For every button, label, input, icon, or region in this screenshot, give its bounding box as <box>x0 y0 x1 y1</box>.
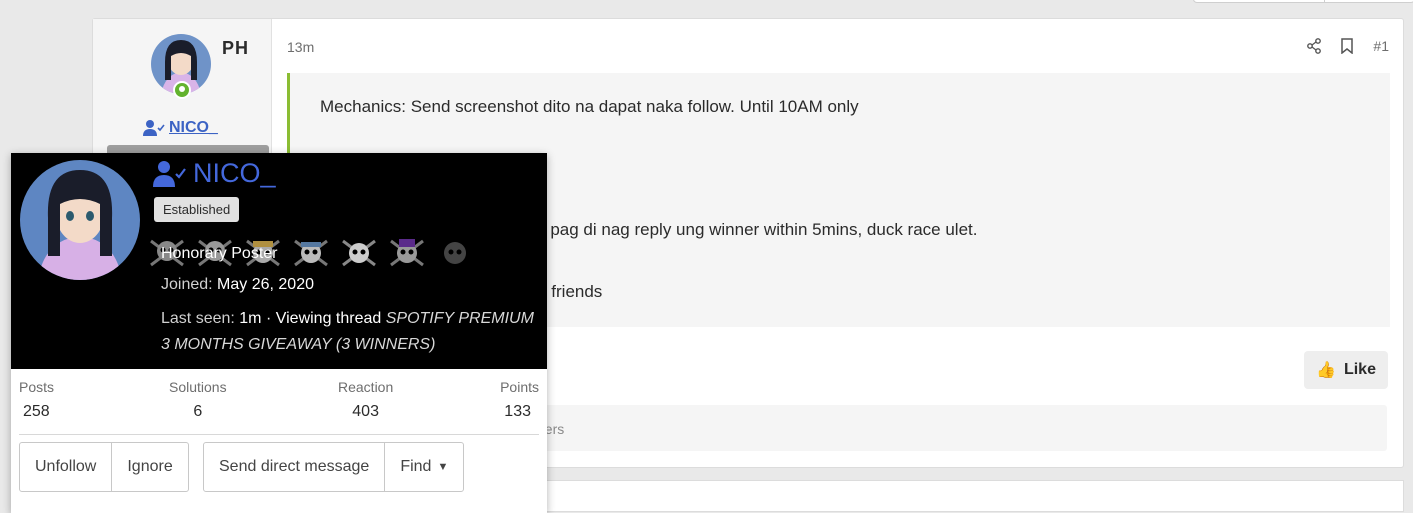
user-avatar-large[interactable] <box>20 160 140 280</box>
member-badge: Established <box>154 197 240 222</box>
like-button[interactable]: 👍 Like <box>1304 351 1388 389</box>
user-check-icon <box>143 120 165 136</box>
member-tooltip-card: NICO_ Established Honorary Poster Joined… <box>11 153 547 513</box>
post-header-initials: PH <box>222 38 250 58</box>
stat-label: Posts <box>19 379 55 395</box>
stat-points: Points 133 <box>500 379 539 421</box>
stat-label: Solutions <box>169 379 227 395</box>
member-name-text: NICO_ <box>193 158 276 188</box>
last-seen-value: 1m · Viewing thread <box>239 310 382 327</box>
username-text: NICO_ <box>169 119 218 136</box>
find-menu-button[interactable]: Find ▼ <box>384 443 463 491</box>
member-stats: Posts 258 Solutions 6 Reaction 403 Point… <box>19 379 539 435</box>
member-joined: Joined: May 26, 2020 <box>161 276 314 294</box>
member-banner: NICO_ Established Honorary Poster Joined… <box>11 153 547 369</box>
skull-icon <box>294 239 328 267</box>
stat-value: 6 <box>193 403 203 420</box>
post-number[interactable]: #1 <box>1373 38 1389 54</box>
unfollow-button[interactable]: Unfollow <box>20 443 111 491</box>
member-user-title: Honorary Poster <box>161 245 278 262</box>
stat-value[interactable]: 133 <box>500 403 531 421</box>
stat-value: 403 <box>352 403 379 420</box>
next-post-partial <box>540 480 1404 512</box>
find-label: Find <box>400 458 432 475</box>
stat-label: Points <box>500 379 539 395</box>
skull-icon <box>390 239 424 267</box>
stat-reaction: Reaction 403 <box>338 379 393 421</box>
post-line-1: Mechanics: Send screenshot dito na dapat… <box>320 97 859 116</box>
member-last-seen: Last seen: 1m · Viewing thread SPOTIFY P… <box>161 306 541 358</box>
top-toolbar-partial <box>1193 0 1413 3</box>
joined-value: May 26, 2020 <box>217 276 314 293</box>
like-label: Like <box>1343 361 1376 378</box>
bookmark-icon[interactable] <box>1341 38 1354 54</box>
stat-posts: Posts 258 <box>19 379 54 421</box>
online-status-icon <box>173 81 191 99</box>
last-seen-label: Last seen: <box>161 310 235 327</box>
ignore-button[interactable]: Ignore <box>111 443 187 491</box>
send-direct-message-button[interactable]: Send direct message <box>204 443 384 491</box>
caret-down-icon: ▼ <box>437 461 449 473</box>
post-time[interactable]: 13m <box>287 39 314 55</box>
message-find-group: Send direct message Find ▼ <box>203 442 465 492</box>
joined-label: Joined: <box>161 276 213 293</box>
skull-icon <box>342 239 376 267</box>
post-actions: #1 <box>1307 38 1389 54</box>
stat-value[interactable]: 258 <box>23 403 54 421</box>
post-line-2: ter. pag di nag reply ung winner within … <box>522 220 978 239</box>
stat-label: Reaction <box>338 379 394 395</box>
share-icon[interactable] <box>1307 38 1322 54</box>
skull-icon <box>444 242 466 264</box>
thumbs-up-icon: 👍 <box>1316 362 1336 379</box>
user-check-icon <box>153 160 186 187</box>
member-name[interactable]: NICO_ <box>153 158 276 189</box>
stat-solutions: Solutions 6 <box>169 379 227 421</box>
username-link[interactable]: NICO_ <box>143 119 218 137</box>
follow-ignore-group: Unfollow Ignore <box>19 442 189 492</box>
